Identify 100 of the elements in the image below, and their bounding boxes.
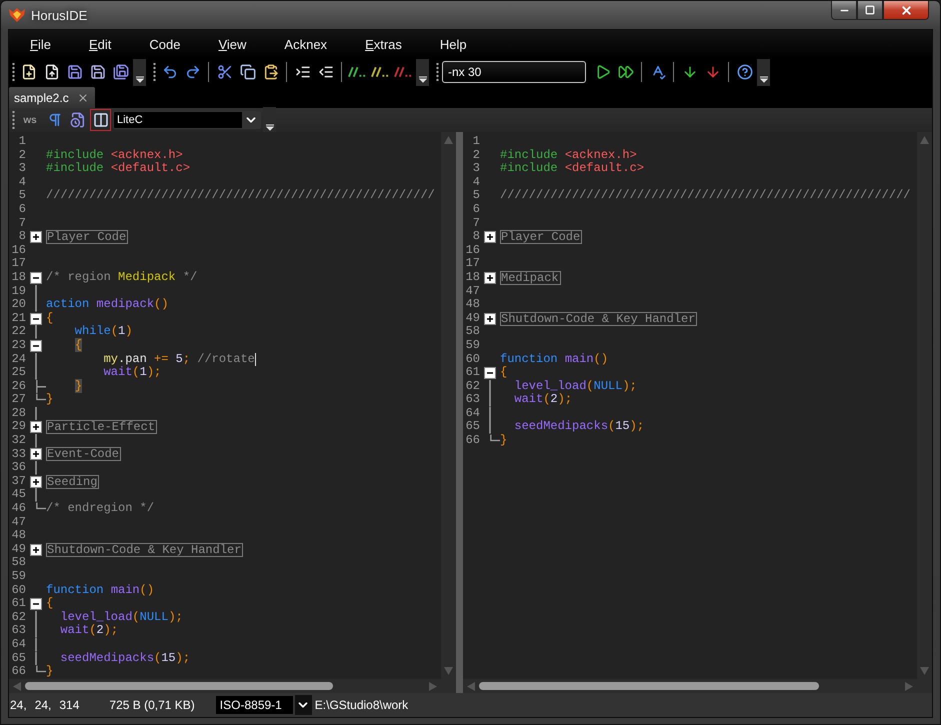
line-number: 46 <box>10 502 26 516</box>
code-line: function main() <box>46 584 154 597</box>
code-line: wait(1); <box>102 366 162 380</box>
line-number: 21 <box>10 312 26 326</box>
line-number: 1 <box>18 135 26 149</box>
window-title: HorusIDE <box>31 8 88 23</box>
code-line: seedMedipacks(15); <box>59 652 190 666</box>
line-number: 63 <box>10 624 26 638</box>
line-number: 58 <box>464 325 480 339</box>
status-file-size: 725 B (0,71 KB) <box>109 698 195 712</box>
status-column: 24, <box>34 698 52 712</box>
line-number: 8 <box>18 230 26 244</box>
code-line: while(1) <box>74 325 132 339</box>
line-number: 48 <box>464 298 480 312</box>
line-number: 36 <box>10 461 26 475</box>
code-line: } <box>46 665 54 679</box>
folded-region[interactable]: Seeding <box>46 474 100 489</box>
code-line: wait(2); <box>513 393 572 407</box>
line-number: 20 <box>10 298 26 312</box>
menu-item[interactable]: View <box>199 32 266 56</box>
line-number: 32 <box>10 434 26 448</box>
line-number: 17 <box>464 257 480 271</box>
status-position: 314 <box>59 698 80 712</box>
menu-item[interactable]: Help <box>420 32 486 56</box>
folded-region[interactable]: Medipack <box>500 270 561 285</box>
line-number: 29 <box>10 420 26 434</box>
code-line: } <box>500 434 508 448</box>
status-line: 24, <box>10 698 27 712</box>
line-number: 2 <box>472 148 480 162</box>
line-number: 60 <box>10 584 26 598</box>
folded-region[interactable]: Event-Code <box>46 447 122 462</box>
folded-region[interactable]: Player Code <box>500 230 582 244</box>
line-number: 2 <box>18 148 26 162</box>
folded-region[interactable]: Player Code <box>46 230 128 244</box>
line-number: 17 <box>10 257 26 271</box>
line-number: 66 <box>464 434 480 448</box>
line-number: 60 <box>464 352 480 366</box>
code-line: /* region Medipack */ <box>46 270 198 285</box>
code-line: action medipack() <box>46 298 168 312</box>
line-number: 62 <box>10 610 26 624</box>
code-line: #include <default.c> <box>500 162 644 176</box>
folded-region[interactable]: Shutdown-Code & Key Handler <box>46 542 244 557</box>
line-number: 45 <box>10 488 26 502</box>
code-line: } <box>46 393 54 407</box>
line-number: 63 <box>464 393 480 407</box>
line-number: 33 <box>10 448 26 462</box>
code-line: wait(2); <box>59 624 118 638</box>
line-number: 8 <box>472 230 480 244</box>
menu-item[interactable]: Acknex <box>265 32 346 56</box>
code-line: seedMedipacks(15); <box>513 420 644 434</box>
line-number: 3 <box>472 162 480 176</box>
line-number: 49 <box>464 312 480 326</box>
line-number: 24 <box>10 352 26 366</box>
menu-item[interactable]: Edit <box>70 32 130 56</box>
line-number: 22 <box>10 325 26 339</box>
menu-item[interactable]: File <box>11 32 70 56</box>
line-number: 5 <box>18 189 26 203</box>
line-number: 3 <box>18 162 26 176</box>
line-number: 66 <box>10 665 26 679</box>
code-line: my.pan += 5; //rotate <box>46 352 256 366</box>
line-number: 64 <box>10 638 26 652</box>
line-number: 23 <box>10 338 26 352</box>
line-number: 6 <box>18 202 26 217</box>
menu-item[interactable]: Extras <box>346 32 421 56</box>
code-line: #include <acknex.h> <box>500 148 637 162</box>
line-number: 61 <box>464 366 480 380</box>
line-number: 18 <box>464 270 480 285</box>
line-number: 27 <box>10 393 26 407</box>
line-number: 48 <box>10 529 26 543</box>
line-number: 58 <box>10 556 26 570</box>
line-number: 26 <box>10 380 26 394</box>
folded-region[interactable]: Particle-Effect <box>46 420 158 434</box>
code-line: { <box>500 366 508 380</box>
code-line: ////////////////////////////////////////////////////// <box>46 189 435 203</box>
line-number: 37 <box>10 474 26 488</box>
line-number: 64 <box>464 406 480 420</box>
line-number: 5 <box>472 189 480 203</box>
code-line: ///////////////////////////////////////////////////////// <box>500 189 910 203</box>
line-number: 28 <box>10 406 26 420</box>
line-number: 25 <box>10 366 26 380</box>
code-line: level_load(NULL); <box>513 380 637 393</box>
language-select[interactable]: LiteC <box>113 111 261 129</box>
status-path: E:\GStudio8\work <box>314 698 408 712</box>
code-line: function main() <box>500 352 608 366</box>
code-line: { <box>46 597 54 611</box>
line-number: 65 <box>10 652 26 666</box>
command-field[interactable]: -nx 30 <box>442 61 586 83</box>
line-number: 6 <box>472 202 480 217</box>
menu-item[interactable]: Code <box>130 32 200 56</box>
line-number: 18 <box>10 270 26 285</box>
line-number: 62 <box>464 380 480 394</box>
code-line: #include <acknex.h> <box>46 148 183 162</box>
code-line: level_load(NULL); <box>59 610 183 624</box>
line-number: 65 <box>464 420 480 434</box>
code-line: #include <default.c> <box>46 162 190 176</box>
folded-region[interactable]: Shutdown-Code & Key Handler <box>500 312 698 326</box>
whitespace-button[interactable]: ws <box>18 109 42 131</box>
line-number: 7 <box>18 216 26 230</box>
file-tab[interactable]: sample2.c <box>9 87 95 108</box>
line-number: 61 <box>10 597 26 611</box>
